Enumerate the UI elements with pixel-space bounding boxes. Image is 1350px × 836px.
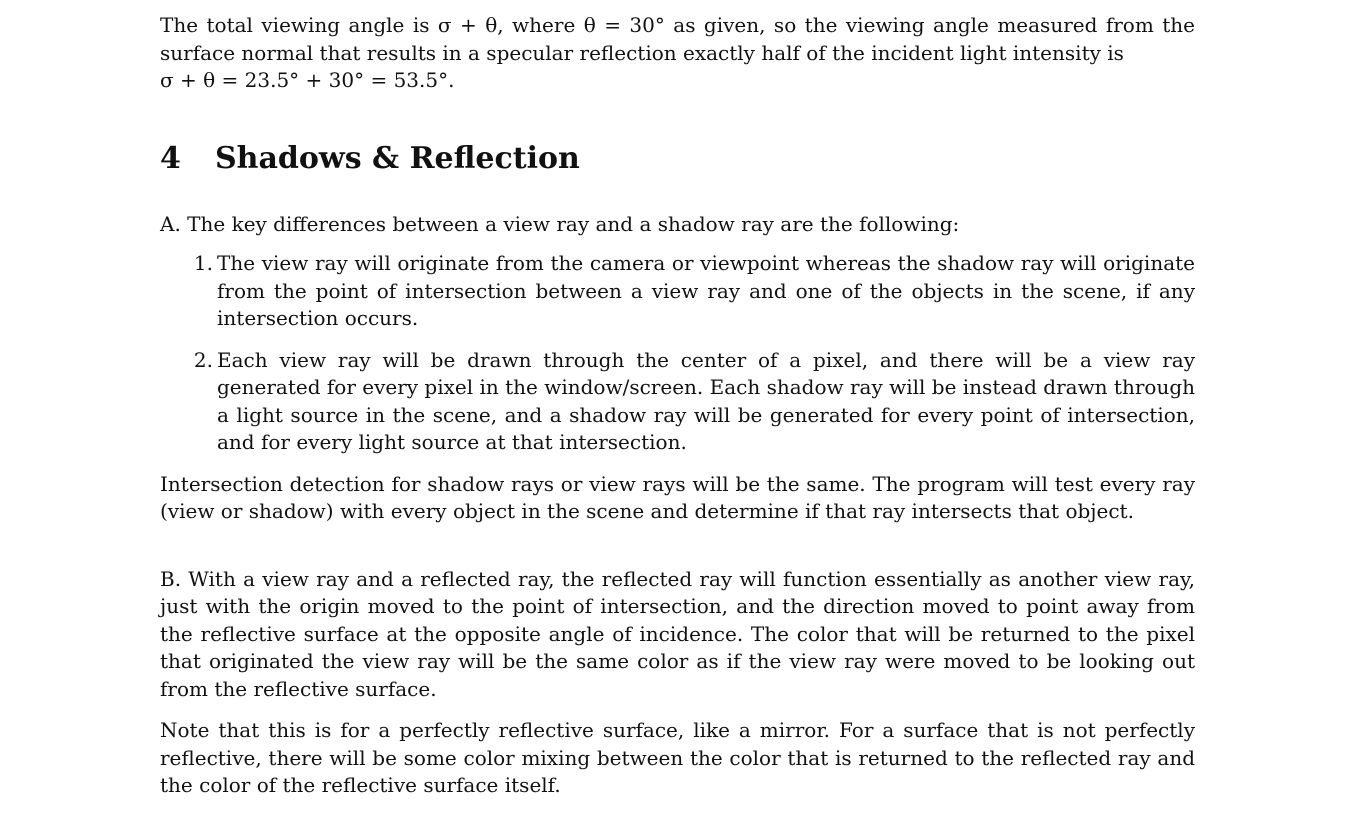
list-item: 1. The view ray will originate from the …	[160, 250, 1195, 333]
list-item-text: Each view ray will be drawn through the …	[217, 347, 1196, 455]
intro-equation: σ + θ = 23.5° + 30° = 53.5°.	[160, 68, 455, 92]
part-a-lead: A. The key differences between a view ra…	[160, 211, 960, 236]
list-item-text: The view ray will originate from the cam…	[217, 251, 1195, 330]
list-item: 2. Each view ray will be drawn through t…	[160, 347, 1195, 457]
section-heading: 4 Shadows & Reflection	[160, 139, 1195, 179]
document-page: The total viewing angle is σ + θ, where …	[160, 12, 1195, 800]
differences-list: 1. The view ray will originate from the …	[160, 250, 1195, 457]
list-item-number: 1.	[193, 251, 213, 275]
list-item-number: 2.	[193, 347, 213, 372]
part-b-paragraph: B. With a view ray and a reflected ray, …	[160, 566, 1195, 701]
section-number: 4	[160, 140, 181, 176]
section-title: Shadows & Reflection	[215, 140, 580, 176]
intro-paragraph: The total viewing angle is σ + θ, where …	[160, 13, 1195, 65]
detection-paragraph: Intersection detection for shadow rays o…	[160, 471, 1195, 524]
note-paragraph: Note that this is for a perfectly reflec…	[160, 718, 1195, 797]
